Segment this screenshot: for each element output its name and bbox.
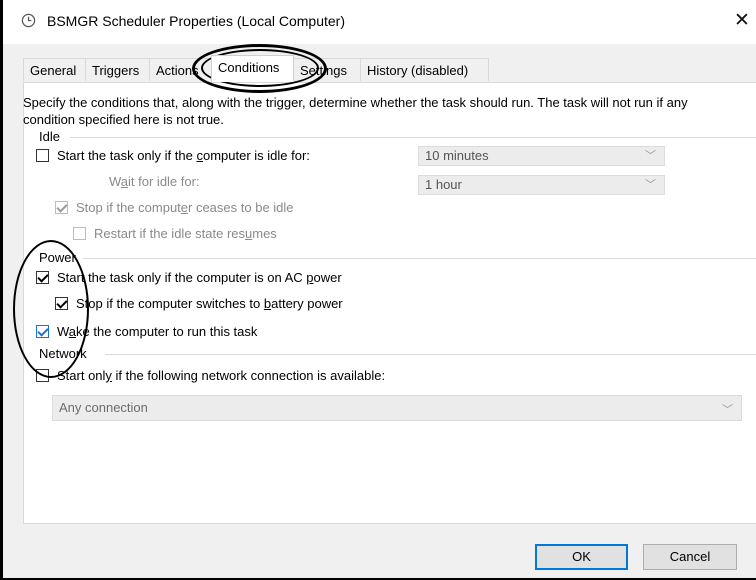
battery-checkbox[interactable] xyxy=(55,297,68,310)
cancel-button[interactable]: Cancel xyxy=(643,544,737,570)
wake-checkbox[interactable] xyxy=(36,325,49,338)
idle-group-header: Idle xyxy=(39,129,60,144)
chevron-down-icon: ﹀ xyxy=(645,179,656,191)
close-button[interactable]: ✕ xyxy=(731,9,753,33)
network-connection-select[interactable]: Any connection ﹀ xyxy=(52,395,742,421)
chevron-down-icon: ﹀ xyxy=(645,150,656,162)
power-group-header: Power xyxy=(39,250,76,265)
clock-icon xyxy=(21,13,36,28)
network-label: Start only if the following network conn… xyxy=(57,368,386,383)
start-if-idle-label: Start the task only if the computer is i… xyxy=(57,148,310,163)
wait-for-idle-label: Wait for idle for: xyxy=(109,174,200,189)
wait-for-idle-select[interactable]: 1 hour ﹀ xyxy=(418,175,665,195)
wait-for-idle-value: 1 hour xyxy=(425,177,462,192)
tab-triggers[interactable]: Triggers xyxy=(85,58,150,81)
chevron-down-icon: ﹀ xyxy=(722,404,733,416)
tab-general[interactable]: General xyxy=(23,58,86,81)
close-icon: ✕ xyxy=(734,10,750,31)
restart-if-idle-label: Restart if the idle state resumes xyxy=(94,226,277,241)
title-bar: BSMGR Scheduler Properties (Local Comput… xyxy=(3,0,756,44)
ac-power-label: Start the task only if the computer is o… xyxy=(57,270,342,285)
tab-actions[interactable]: Actions xyxy=(149,58,212,81)
network-checkbox[interactable] xyxy=(36,369,49,382)
dialog-body: General Triggers Actions Conditions Sett… xyxy=(3,44,756,578)
conditions-description: Specify the conditions that, along with … xyxy=(23,95,688,127)
idle-duration-select[interactable]: 10 minutes ﹀ xyxy=(418,146,665,166)
network-group-header: Network xyxy=(39,346,87,361)
wake-label: Wake the computer to run this task xyxy=(57,324,258,339)
stop-if-not-idle-checkbox[interactable] xyxy=(55,201,68,214)
tab-conditions[interactable]: Conditions xyxy=(211,55,294,82)
ac-power-checkbox[interactable] xyxy=(36,271,49,284)
dialog-window: BSMGR Scheduler Properties (Local Comput… xyxy=(3,0,756,578)
window-title: BSMGR Scheduler Properties (Local Comput… xyxy=(47,13,346,29)
tab-settings[interactable]: Settings xyxy=(293,58,361,81)
idle-duration-value: 10 minutes xyxy=(425,148,489,163)
power-divider xyxy=(83,258,756,259)
ok-button[interactable]: OK xyxy=(535,544,628,570)
idle-divider xyxy=(70,137,756,138)
network-connection-value: Any connection xyxy=(59,400,148,415)
network-divider xyxy=(105,354,756,355)
battery-label: Stop if the computer switches to battery… xyxy=(76,296,343,311)
stop-if-not-idle-label: Stop if the computer ceases to be idle xyxy=(76,200,294,215)
tab-history[interactable]: History (disabled) xyxy=(360,58,489,81)
start-if-idle-checkbox[interactable] xyxy=(36,149,49,162)
restart-if-idle-checkbox[interactable] xyxy=(73,227,86,240)
